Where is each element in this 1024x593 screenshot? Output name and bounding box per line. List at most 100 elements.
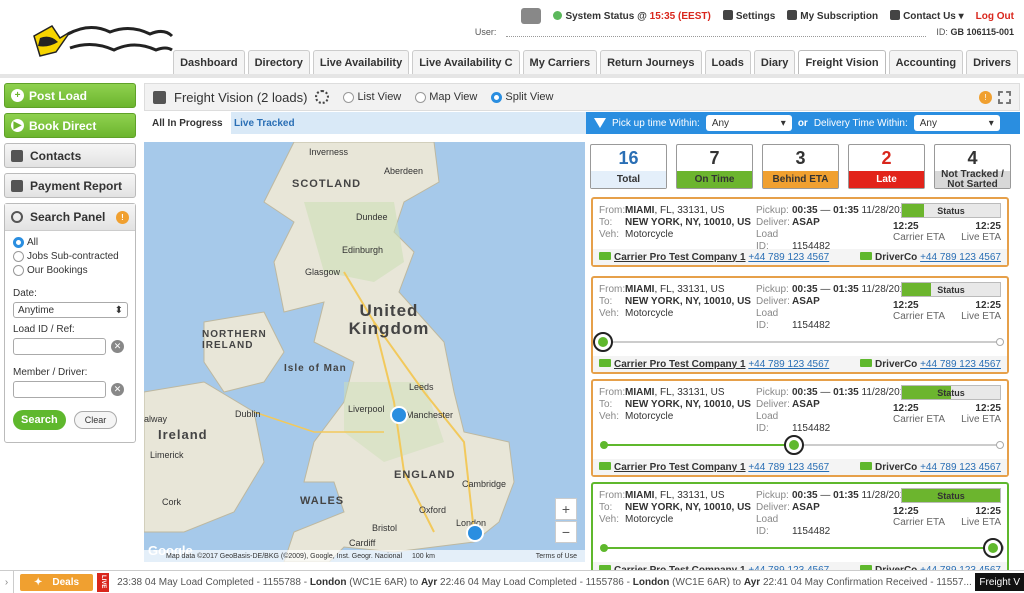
view-split[interactable]: Split View	[491, 91, 553, 103]
contacts-label: Contacts	[30, 148, 82, 163]
stat-behind-eta[interactable]: 3 Behind ETA	[762, 144, 839, 189]
vehicle-marker-icon[interactable]	[983, 538, 1004, 558]
radio-our-bookings[interactable]: Our Bookings	[13, 265, 127, 276]
delivery-select[interactable]: Any ▾	[913, 115, 1000, 131]
alert-badge: !	[116, 211, 129, 224]
deals-button[interactable]: ✦ Deals	[20, 573, 94, 591]
load-id-value: 1154482	[792, 320, 831, 331]
map-label-ireland: Ireland	[158, 427, 208, 442]
tab-drivers[interactable]: Drivers	[966, 50, 1018, 74]
tab-live-availability[interactable]: Live Availability	[312, 50, 410, 74]
driver-contact[interactable]: DriverCo +44 789 123 4567	[860, 461, 1001, 473]
radio-icon	[343, 91, 355, 103]
report-icon	[11, 179, 23, 192]
logout-link[interactable]: Log Out	[976, 11, 1014, 22]
fullscreen-icon[interactable]	[998, 91, 1011, 104]
origin-dot	[600, 441, 608, 449]
load-id-input[interactable]	[13, 338, 106, 355]
radio-bookings-label: Our Bookings	[27, 265, 88, 276]
freight-vision-popout-label: Freight V	[979, 576, 1020, 588]
chat-icon[interactable]	[521, 8, 542, 24]
driver-contact[interactable]: DriverCo +44 789 123 4567	[860, 251, 1001, 263]
chevron-right-icon[interactable]: ›	[0, 571, 14, 593]
map[interactable]: SCOTLAND United Kingdom NORTHERN IRELAND…	[144, 142, 585, 562]
tab-dashboard[interactable]: Dashboard	[173, 50, 245, 74]
settings-link[interactable]: Settings	[722, 10, 775, 22]
load-card[interactable]: From:MIAMI, FL, 33131, US To: NEW YORK, N…	[591, 276, 1009, 374]
clear-icon[interactable]: ✕	[111, 340, 124, 353]
from-city: MIAMI	[625, 284, 655, 295]
clear-button[interactable]: Clear	[73, 411, 118, 429]
truck-location-pin[interactable]	[390, 406, 408, 424]
stat-on-time[interactable]: 7 On Time	[676, 144, 753, 189]
payment-report-button[interactable]: Payment Report	[4, 173, 136, 198]
tab-directory[interactable]: Directory	[247, 50, 310, 74]
date-select[interactable]: Anytime ⬍	[13, 302, 128, 318]
filter-icon	[594, 118, 606, 128]
load-card[interactable]: From:MIAMI, FL, 33131, US To: NEW YORK, N…	[591, 379, 1009, 477]
tab-accounting[interactable]: Accounting	[888, 50, 964, 74]
stat-late[interactable]: 2 Late	[848, 144, 925, 189]
search-panel-header[interactable]: Search Panel !	[5, 204, 135, 231]
post-load-button[interactable]: + Post Load	[4, 83, 136, 108]
deals-label: Deals	[52, 576, 80, 588]
tab-diary[interactable]: Diary	[753, 50, 796, 74]
alert-badge[interactable]: !	[979, 91, 992, 104]
radio-jobs-subcontracted[interactable]: Jobs Sub-contracted	[13, 251, 127, 262]
carrier-contact[interactable]: Carrier Pro Test Company 1 +44 789 123 4…	[599, 358, 829, 370]
map-city: Cambridge	[462, 479, 507, 489]
ticker-text: (WC1E 6AR) to	[346, 576, 421, 588]
load-card[interactable]: From:MIAMI, FL, 33131, US To: NEW YORK, N…	[591, 482, 1009, 580]
radio-selected-icon	[491, 91, 503, 103]
truck-location-pin[interactable]	[466, 524, 484, 542]
deliver-value: ASAP	[792, 399, 820, 410]
company-logo[interactable]	[30, 18, 175, 66]
to-address: NEW YORK, NY, 10010, US	[625, 502, 751, 513]
contacts-button[interactable]: Contacts	[4, 143, 136, 168]
status-label: Status	[937, 284, 965, 295]
tab-live-availability-c[interactable]: Live Availability C	[412, 50, 520, 74]
subscription-link[interactable]: My Subscription	[787, 10, 878, 22]
tab-my-carriers[interactable]: My Carriers	[522, 50, 598, 74]
book-direct-button[interactable]: ▶ Book Direct	[4, 113, 136, 138]
ticker-from: London	[632, 576, 670, 588]
route-info: From:MIAMI, FL, 33131, US To: NEW YORK, N…	[599, 387, 751, 423]
chevron-down-icon: ▾	[780, 117, 786, 129]
tab-live-tracked[interactable]: Live Tracked	[226, 112, 303, 134]
freight-vision-popout[interactable]: Freight V	[975, 573, 1024, 591]
tab-all-in-progress[interactable]: All In Progress	[144, 112, 231, 140]
tab-freight-vision[interactable]: Freight Vision	[798, 50, 886, 74]
vehicle-value: Motorcycle	[625, 229, 674, 240]
view-map[interactable]: Map View	[415, 91, 477, 103]
view-list-label: List View	[357, 91, 402, 103]
search-button[interactable]: Search	[13, 410, 66, 430]
tab-return-journeys[interactable]: Return Journeys	[600, 50, 702, 74]
post-load-label: Post Load	[29, 88, 88, 103]
zoom-in-button[interactable]: +	[555, 498, 577, 520]
system-status[interactable]: System Status @ 15:35 (EEST)	[553, 10, 711, 22]
carrier-contact[interactable]: Carrier Pro Test Company 1 +44 789 123 4…	[599, 251, 829, 263]
pickup-key: Pickup:	[756, 387, 789, 398]
stat-not-tracked-not-sarted[interactable]: 4 Not Tracked / Not Sarted	[934, 144, 1011, 189]
deliver-value: ASAP	[792, 217, 820, 228]
from-city: MIAMI	[625, 490, 655, 501]
driver-contact[interactable]: DriverCo +44 789 123 4567	[860, 358, 1001, 370]
calendar-icon	[153, 90, 166, 104]
deliver-value: ASAP	[792, 296, 820, 307]
carrier-name: Carrier Pro Test Company 1	[614, 251, 746, 263]
terms-of-use-link[interactable]: Terms of Use	[536, 553, 585, 560]
zoom-out-button[interactable]: −	[555, 521, 577, 543]
radio-all[interactable]: All	[13, 237, 127, 248]
clear-icon[interactable]: ✕	[111, 383, 124, 396]
member-input[interactable]	[13, 381, 106, 398]
view-list[interactable]: List View	[343, 91, 401, 103]
vehicle-marker-icon[interactable]	[784, 435, 805, 455]
contact-link[interactable]: Contact Us ▾	[890, 10, 964, 22]
stat-count: 7	[709, 148, 720, 168]
carrier-contact[interactable]: Carrier Pro Test Company 1 +44 789 123 4…	[599, 461, 829, 473]
load-card[interactable]: From:MIAMI, FL, 33131, US To: NEW YORK, N…	[591, 197, 1009, 267]
vehicle-marker-icon[interactable]	[593, 332, 613, 352]
stat-total[interactable]: 16 Total	[590, 144, 667, 189]
tab-loads[interactable]: Loads	[704, 50, 751, 74]
pickup-select[interactable]: Any ▾	[705, 115, 792, 131]
